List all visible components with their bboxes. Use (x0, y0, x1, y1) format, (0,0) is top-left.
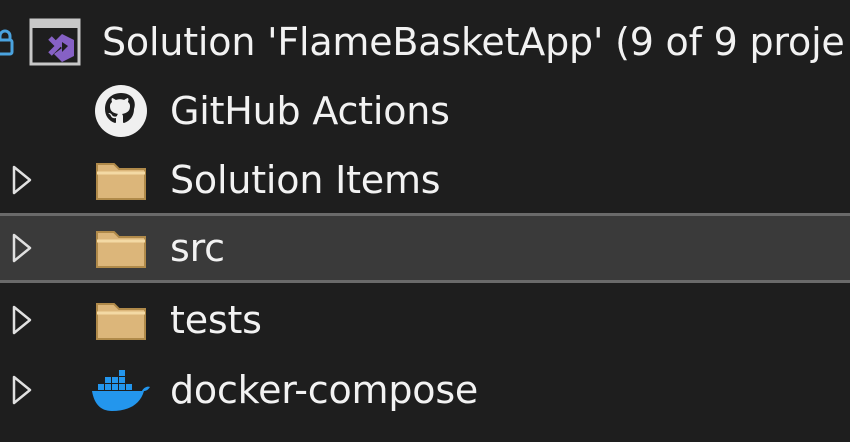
expand-arrow-icon[interactable] (10, 163, 34, 197)
solution-node[interactable]: Solution 'FlameBasketApp' (9 of 9 proje (0, 7, 850, 77)
folder-icon (96, 163, 146, 200)
expand-arrow-icon[interactable] (10, 303, 34, 337)
expand-arrow-icon[interactable] (10, 373, 34, 407)
tree-item-solution-items[interactable]: Solution Items (0, 145, 850, 215)
solution-explorer-tree: Solution 'FlameBasketApp' (9 of 9 proje … (0, 0, 850, 442)
tree-item-label: src (170, 226, 225, 270)
tree-item-label: tests (170, 298, 262, 342)
tree-item-label: docker-compose (170, 368, 479, 412)
github-icon (95, 85, 147, 137)
folder-icon (96, 231, 146, 268)
tree-item-label: GitHub Actions (170, 89, 450, 133)
tree-item-src[interactable]: src (0, 213, 850, 283)
tree-item-docker-compose[interactable]: docker-compose (0, 355, 850, 425)
folder-icon (96, 303, 146, 340)
docker-icon (92, 370, 150, 411)
solution-label: Solution 'FlameBasketApp' (9 of 9 proje (102, 20, 845, 64)
tree-item-label: Solution Items (170, 158, 441, 202)
lock-icon (0, 29, 14, 56)
tree-item-github-actions[interactable]: GitHub Actions (0, 76, 850, 146)
tree-item-tests[interactable]: tests (0, 285, 850, 355)
visual-studio-solution-icon (29, 18, 81, 66)
expand-arrow-icon[interactable] (10, 231, 34, 265)
